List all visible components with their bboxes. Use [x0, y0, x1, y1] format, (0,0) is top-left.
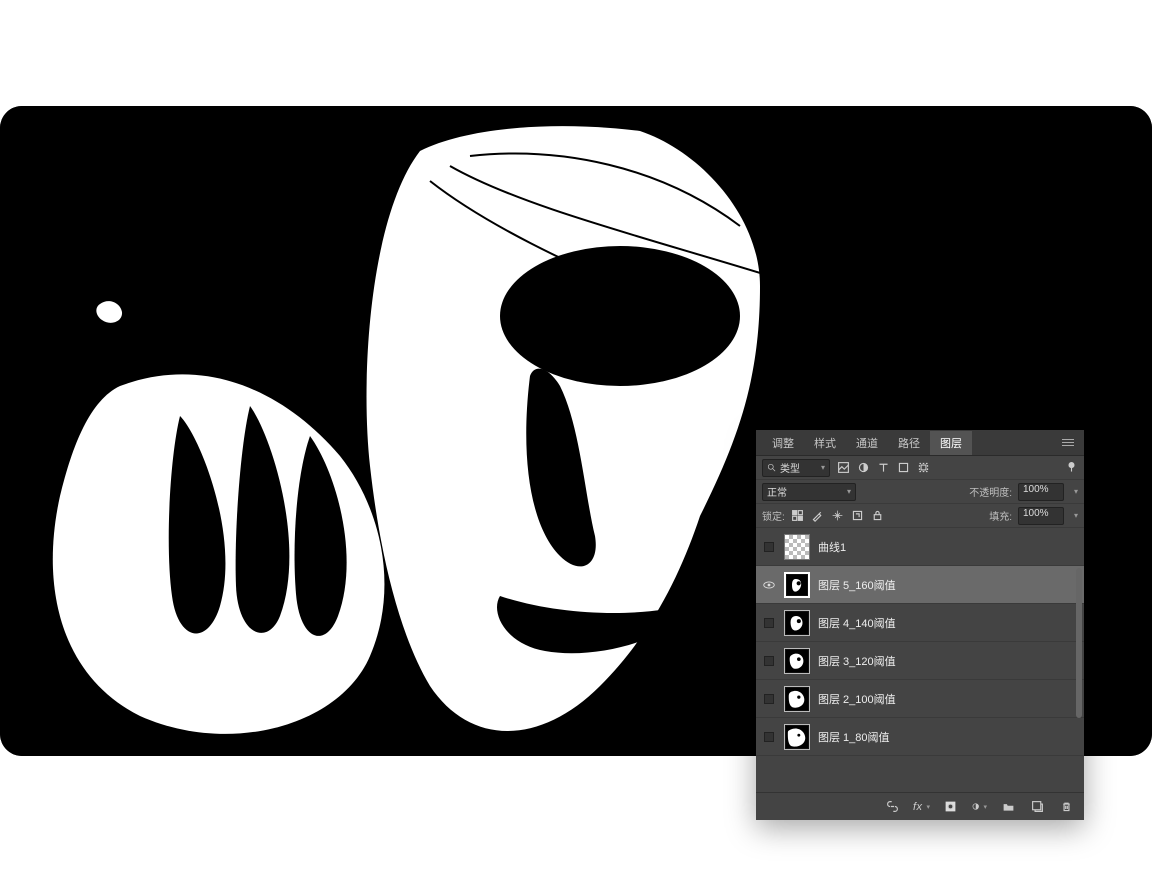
eye-icon[interactable] [762, 578, 776, 592]
tab-layers[interactable]: 图层 [930, 431, 972, 455]
panel-tab-bar: 调整 样式 通道 路径 图层 [756, 430, 1084, 456]
lock-position-icon[interactable] [831, 509, 845, 523]
layer-thumb[interactable] [784, 572, 810, 598]
visibility-toggle[interactable] [764, 618, 774, 628]
layer-thumb[interactable] [784, 648, 810, 674]
layer-filter-row: 类型 ▾ [756, 456, 1084, 480]
filter-type-label: 类型 [780, 460, 800, 475]
opacity-chevron-icon[interactable]: ▾ [1074, 487, 1078, 496]
filter-toggle-icon[interactable] [1064, 461, 1078, 475]
lock-pixels-icon[interactable] [811, 509, 825, 523]
link-layers-icon[interactable] [885, 799, 900, 814]
layers-panel: 调整 样式 通道 路径 图层 类型 ▾ 正常 ▾ 不透明度: [756, 430, 1084, 820]
blend-mode-value: 正常 [767, 484, 787, 499]
visibility-toggle[interactable] [764, 732, 774, 742]
lock-label: 锁定: [762, 508, 785, 523]
new-group-icon[interactable] [1001, 799, 1016, 814]
fill-input[interactable]: 100% [1018, 507, 1064, 525]
blend-mode-select[interactable]: 正常 ▾ [762, 483, 856, 501]
layer-row[interactable]: 图层 4_140阈值 [756, 604, 1084, 642]
blend-row: 正常 ▾ 不透明度: 100% ▾ [756, 480, 1084, 504]
filter-type-icon[interactable] [876, 461, 890, 475]
layers-button-bar: fx▾ ▾ [756, 792, 1084, 820]
new-adjustment-icon[interactable]: ▾ [972, 799, 987, 814]
tab-styles[interactable]: 样式 [804, 431, 846, 455]
tab-channels[interactable]: 通道 [846, 431, 888, 455]
layer-row[interactable]: 图层 1_80阈值 [756, 718, 1084, 756]
layer-row[interactable]: 曲线1 [756, 528, 1084, 566]
filter-pixel-icon[interactable] [836, 461, 850, 475]
new-layer-icon[interactable] [1030, 799, 1045, 814]
panel-menu-icon[interactable] [1062, 435, 1078, 451]
filter-smart-icon[interactable] [916, 461, 930, 475]
filter-adjustment-icon[interactable] [856, 461, 870, 475]
layer-thumb[interactable] [784, 610, 810, 636]
tab-paths[interactable]: 路径 [888, 431, 930, 455]
fill-chevron-icon[interactable]: ▾ [1074, 511, 1078, 520]
layer-name: 图层 1_80阈值 [818, 729, 890, 745]
filter-type-select[interactable]: 类型 ▾ [762, 459, 830, 477]
layer-name: 图层 3_120阈值 [818, 653, 896, 669]
tab-adjustments[interactable]: 调整 [762, 431, 804, 455]
fill-label: 填充: [989, 508, 1012, 523]
layer-name: 曲线1 [818, 539, 846, 555]
opacity-input[interactable]: 100% [1018, 483, 1064, 501]
layer-row[interactable]: 图层 3_120阈值 [756, 642, 1084, 680]
lock-row: 锁定: 填充: 100% ▾ [756, 504, 1084, 528]
add-mask-icon[interactable] [943, 799, 958, 814]
layer-name: 图层 4_140阈值 [818, 615, 896, 631]
layer-thumb[interactable] [784, 724, 810, 750]
layer-row[interactable]: 图层 5_160阈值 [756, 566, 1084, 604]
delete-layer-icon[interactable] [1059, 799, 1074, 814]
layer-thumb[interactable] [784, 534, 810, 560]
visibility-toggle[interactable] [764, 694, 774, 704]
layer-thumb[interactable] [784, 686, 810, 712]
opacity-label: 不透明度: [969, 484, 1012, 499]
layer-effects-icon[interactable]: fx▾ [914, 799, 929, 814]
lock-all-icon[interactable] [871, 509, 885, 523]
layer-name: 图层 5_160阈值 [818, 577, 896, 593]
visibility-toggle[interactable] [764, 656, 774, 666]
layer-row[interactable]: 图层 2_100阈值 [756, 680, 1084, 718]
layer-name: 图层 2_100阈值 [818, 691, 896, 707]
filter-shape-icon[interactable] [896, 461, 910, 475]
visibility-toggle[interactable] [764, 542, 774, 552]
lock-artboard-icon[interactable] [851, 509, 865, 523]
lock-transparency-icon[interactable] [791, 509, 805, 523]
layers-scrollbar[interactable] [1076, 568, 1082, 718]
layers-list: 曲线1 图层 5_160阈值 图层 4_140阈值 图层 3_120阈值 [756, 528, 1084, 792]
